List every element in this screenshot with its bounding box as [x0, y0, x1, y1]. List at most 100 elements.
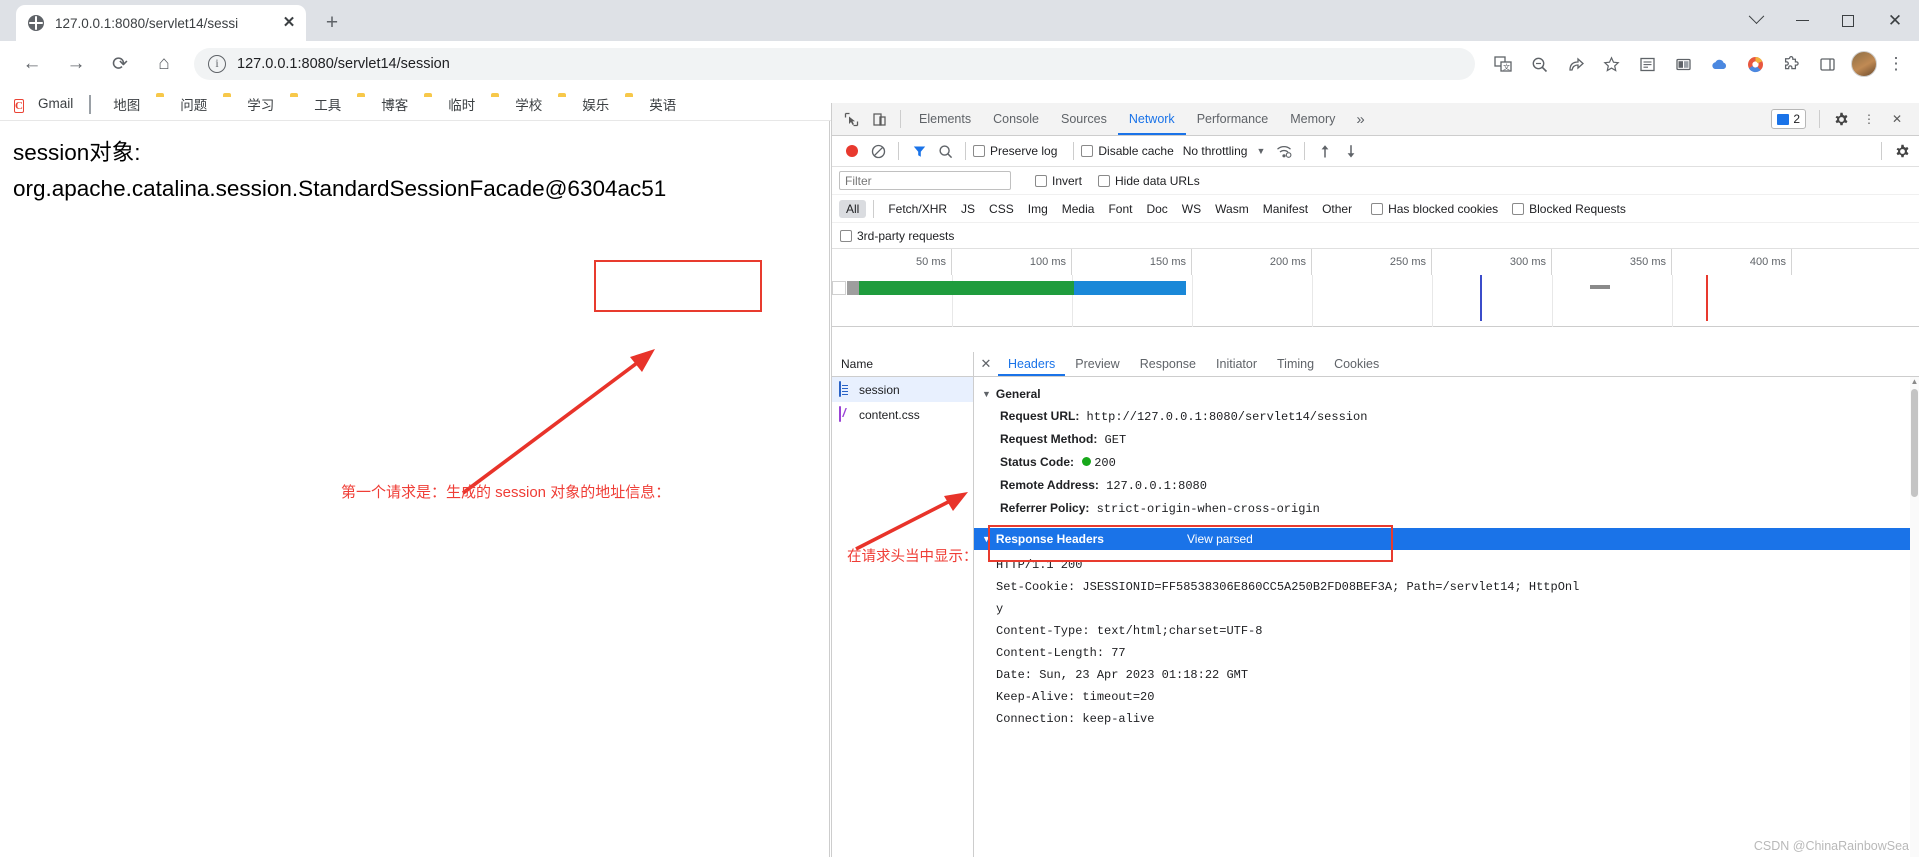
import-har-icon[interactable] [1312, 139, 1338, 163]
table-row[interactable]: session [832, 377, 973, 402]
network-overview[interactable]: 50 ms 100 ms 150 ms 200 ms 250 ms 300 ms… [832, 249, 1919, 327]
reading-list-icon[interactable] [1632, 49, 1662, 79]
type-chip-js[interactable]: JS [954, 200, 982, 218]
minimize-button[interactable] [1779, 0, 1825, 41]
filter-funnel-icon[interactable] [906, 139, 932, 163]
ruler-tick: 100 ms [952, 249, 1072, 275]
tab-performance[interactable]: Performance [1186, 103, 1280, 135]
network-split: Name session content.css ✕ Headers Previ… [832, 352, 1919, 857]
tab-response[interactable]: Response [1130, 352, 1206, 376]
hide-data-urls-checkbox[interactable]: Hide data URLs [1098, 174, 1200, 188]
throttling-value[interactable]: No throttling [1183, 144, 1248, 158]
home-icon[interactable]: ⌂ [146, 46, 182, 82]
side-panel-icon[interactable] [1812, 49, 1842, 79]
network-settings-gear-icon[interactable] [1889, 139, 1915, 163]
tab-sources[interactable]: Sources [1050, 103, 1118, 135]
tab-elements[interactable]: Elements [908, 103, 982, 135]
bookmark-maps[interactable]: 地图 [89, 94, 140, 114]
site-info-icon[interactable]: i [208, 55, 226, 73]
new-tab-button[interactable]: + [318, 9, 346, 37]
inspect-element-icon[interactable] [837, 106, 865, 132]
general-section-header[interactable]: ▼ General [974, 383, 1919, 405]
network-conditions-icon[interactable] [1271, 139, 1297, 163]
headers-body: ▼ General Request URL: http://127.0.0.1:… [974, 377, 1919, 857]
scrollbar-thumb[interactable] [1911, 389, 1918, 497]
type-chip-media[interactable]: Media [1055, 200, 1102, 218]
invert-checkbox[interactable]: Invert [1035, 174, 1082, 188]
chrome-menu-icon[interactable]: ⋮ [1883, 54, 1909, 74]
bookmark-folder-5[interactable]: 博客 [357, 94, 408, 114]
request-list-header[interactable]: Name [832, 352, 973, 377]
type-chip-wasm[interactable]: Wasm [1208, 200, 1256, 218]
type-chip-img[interactable]: Img [1021, 200, 1055, 218]
tab-cookies[interactable]: Cookies [1324, 352, 1389, 376]
view-parsed-link[interactable]: View parsed [1187, 528, 1253, 550]
cloud-icon[interactable] [1704, 49, 1734, 79]
table-row[interactable]: content.css [832, 402, 973, 427]
tab-timing[interactable]: Timing [1267, 352, 1324, 376]
maximize-button[interactable] [1825, 0, 1871, 41]
tab-console[interactable]: Console [982, 103, 1050, 135]
tab-headers[interactable]: Headers [998, 352, 1066, 376]
extensions-icon[interactable] [1776, 49, 1806, 79]
close-devtools-icon[interactable]: ✕ [1883, 106, 1911, 132]
filter-input[interactable] [839, 171, 1011, 190]
tab-initiator[interactable]: Initiator [1206, 352, 1267, 376]
chevron-down-icon[interactable]: ▼ [1256, 146, 1265, 156]
bookmark-folder-7[interactable]: 学校 [491, 94, 542, 114]
translate-icon[interactable]: 文 [1488, 49, 1518, 79]
detail-scrollbar[interactable]: ▲ [1910, 377, 1919, 857]
window-controls: ✕ [1733, 0, 1919, 41]
close-detail-icon[interactable]: ✕ [974, 356, 998, 372]
type-chip-ws[interactable]: WS [1175, 200, 1208, 218]
type-chip-font[interactable]: Font [1101, 200, 1139, 218]
third-party-requests-checkbox[interactable]: 3rd-party requests [840, 229, 954, 243]
bookmark-star-icon[interactable] [1596, 49, 1626, 79]
bookmark-gmail[interactable]: C Gmail [14, 96, 73, 113]
split-screen-icon[interactable] [1668, 49, 1698, 79]
response-headers-section-header[interactable]: ▼ Response Headers View parsed [974, 528, 1919, 550]
tab-preview[interactable]: Preview [1065, 352, 1129, 376]
more-tabs-icon[interactable]: » [1346, 111, 1374, 128]
type-chip-other[interactable]: Other [1315, 200, 1359, 218]
bookmark-folder-9[interactable]: 英语 [625, 94, 676, 114]
restore-down-button[interactable] [1733, 0, 1779, 41]
bookmark-folder-2[interactable]: 问题 [156, 94, 207, 114]
header-value: 200 [1094, 456, 1116, 470]
bookmark-folder-3[interactable]: 学习 [223, 94, 274, 114]
profile-avatar[interactable] [1851, 51, 1877, 77]
scroll-up-icon[interactable]: ▲ [1910, 377, 1919, 386]
more-vertical-icon[interactable]: ⋮ [1855, 106, 1883, 132]
circle-icon[interactable] [1740, 49, 1770, 79]
bookmark-folder-4[interactable]: 工具 [290, 94, 341, 114]
tab-close-icon[interactable]: ✕ [280, 14, 298, 32]
bookmark-folder-8[interactable]: 娱乐 [558, 94, 609, 114]
type-chip-all[interactable]: All [839, 199, 867, 218]
disable-cache-checkbox[interactable]: Disable cache [1081, 144, 1174, 158]
type-chip-fetch-xhr[interactable]: Fetch/XHR [881, 200, 954, 218]
browser-tab[interactable]: 127.0.0.1:8080/servlet14/sessi ✕ [16, 5, 306, 41]
gear-icon[interactable] [1827, 106, 1855, 132]
forward-icon[interactable]: → [58, 46, 94, 82]
has-blocked-cookies-checkbox[interactable]: Has blocked cookies [1371, 202, 1498, 216]
reload-icon[interactable]: ⟳ [102, 46, 138, 82]
tab-network[interactable]: Network [1117, 103, 1186, 135]
zoom-icon[interactable] [1524, 49, 1554, 79]
record-button[interactable] [839, 139, 865, 163]
export-har-icon[interactable] [1338, 139, 1364, 163]
search-icon[interactable] [932, 139, 958, 163]
clear-button[interactable] [865, 139, 891, 163]
share-icon[interactable] [1560, 49, 1590, 79]
blocked-requests-checkbox[interactable]: Blocked Requests [1512, 202, 1626, 216]
type-chip-css[interactable]: CSS [982, 200, 1021, 218]
device-toolbar-icon[interactable] [865, 106, 893, 132]
type-chip-doc[interactable]: Doc [1139, 200, 1174, 218]
preserve-log-checkbox[interactable]: Preserve log [973, 144, 1057, 158]
address-bar[interactable]: i 127.0.0.1:8080/servlet14/session [194, 48, 1475, 80]
back-icon[interactable]: ← [14, 46, 50, 82]
type-chip-manifest[interactable]: Manifest [1256, 200, 1315, 218]
tab-memory[interactable]: Memory [1279, 103, 1346, 135]
bookmark-folder-6[interactable]: 临时 [424, 94, 475, 114]
issues-badge[interactable]: 2 [1771, 109, 1806, 129]
window-close-icon[interactable]: ✕ [1871, 0, 1919, 41]
